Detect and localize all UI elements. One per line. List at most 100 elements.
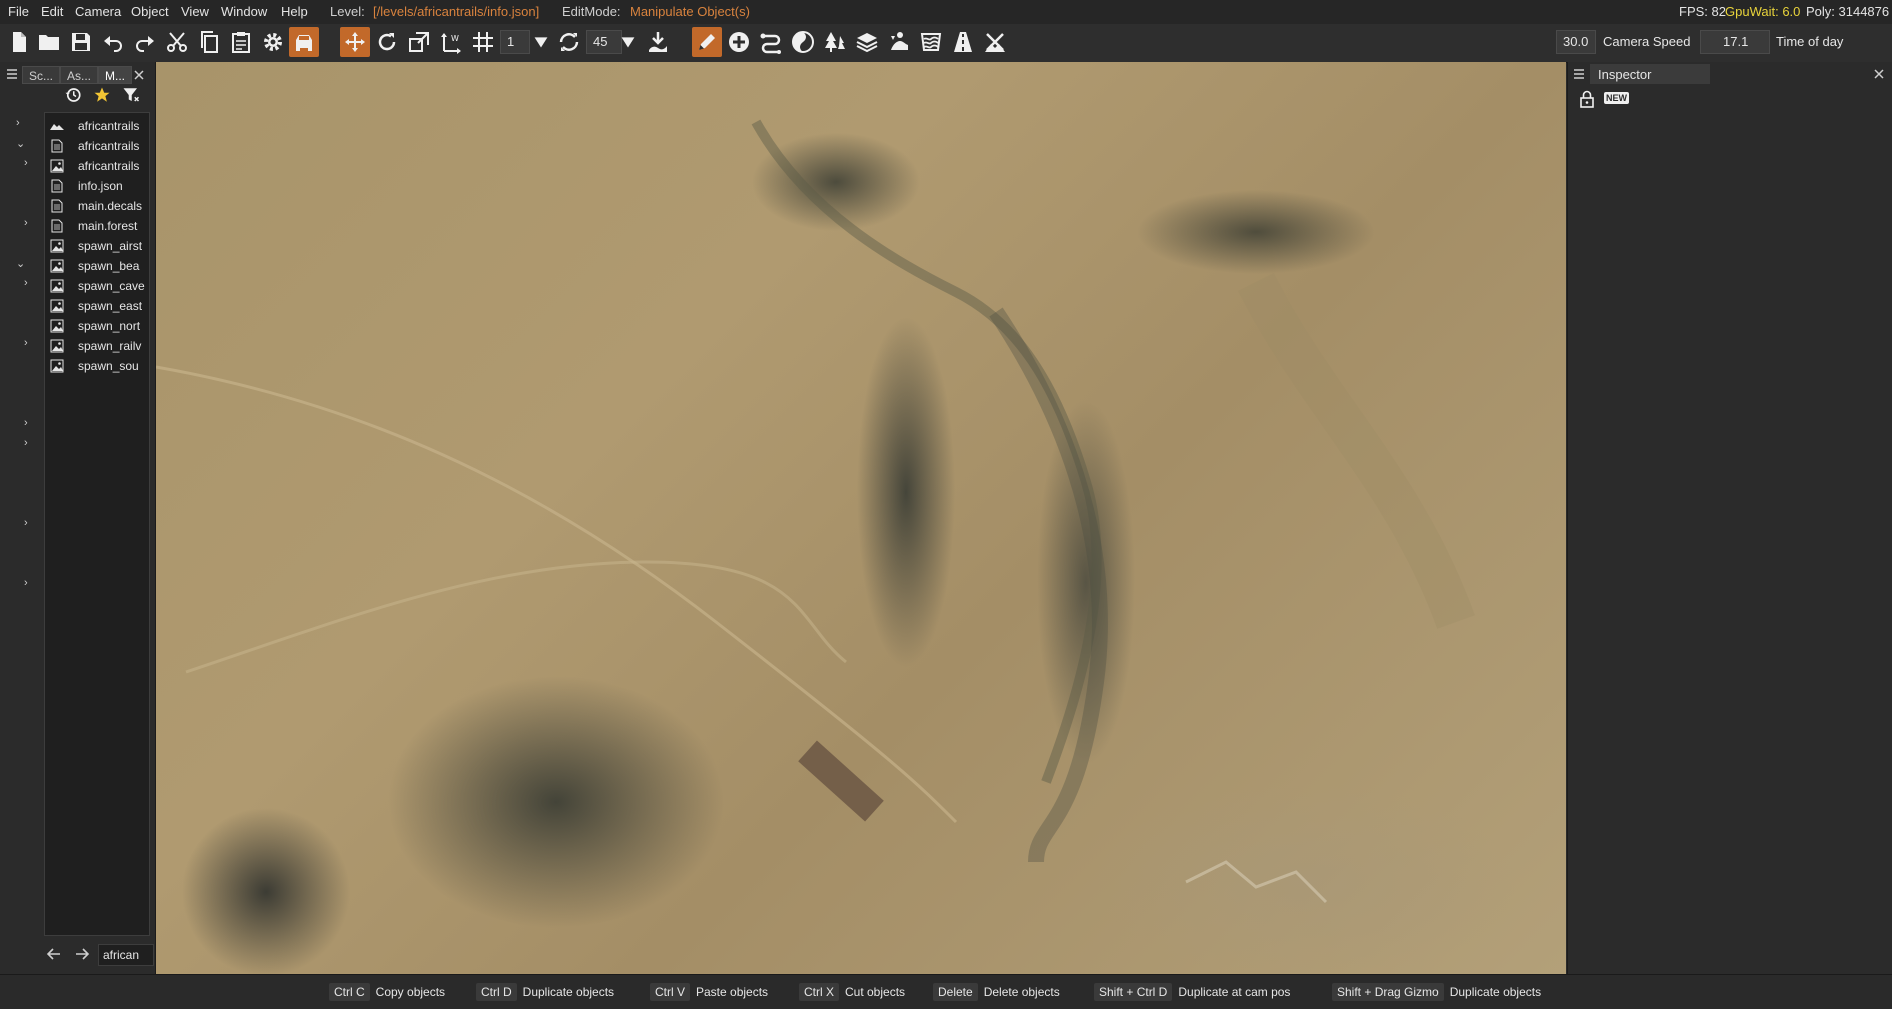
close-icon[interactable] bbox=[1873, 68, 1885, 80]
panel-menu-icon[interactable] bbox=[6, 68, 18, 80]
waves-icon bbox=[920, 33, 942, 51]
list-item[interactable]: africantrails bbox=[50, 116, 148, 136]
terrain-render bbox=[156, 119, 1475, 904]
list-item[interactable]: africantrails bbox=[50, 156, 148, 176]
grid-snap-button[interactable] bbox=[468, 27, 498, 57]
redo-icon bbox=[136, 36, 154, 52]
scene-viewport[interactable] bbox=[156, 62, 1566, 974]
tree-expand-arrow[interactable]: › bbox=[24, 337, 28, 349]
list-item[interactable]: spawn_sou bbox=[50, 356, 148, 376]
rotate-snap-button[interactable] bbox=[554, 27, 584, 57]
shortcut-key: Shift + Ctrl D bbox=[1094, 983, 1173, 1001]
settings-button[interactable] bbox=[258, 27, 288, 57]
history-icon[interactable] bbox=[64, 86, 82, 104]
shortcut-key: Delete bbox=[933, 983, 978, 1001]
tree-expand-arrow[interactable]: › bbox=[24, 217, 28, 229]
tree-collapse-arrow[interactable]: ⌄ bbox=[16, 137, 25, 150]
menu-view[interactable]: View bbox=[181, 4, 209, 19]
copy-button[interactable] bbox=[194, 27, 224, 57]
file-icon bbox=[51, 199, 63, 213]
list-item[interactable]: spawn_bea bbox=[50, 256, 148, 276]
tree-expand-arrow[interactable]: › bbox=[16, 117, 20, 129]
decal-editor-button[interactable] bbox=[852, 27, 882, 57]
arrow-left-icon[interactable] bbox=[46, 946, 62, 962]
arrow-right-icon[interactable] bbox=[74, 946, 90, 962]
new-badge-button[interactable]: NEW bbox=[1604, 92, 1629, 104]
road-editor-button[interactable] bbox=[756, 27, 786, 57]
list-item[interactable]: spawn_east bbox=[50, 296, 148, 316]
river-editor-button[interactable] bbox=[916, 27, 946, 57]
tree-collapse-arrow[interactable]: ⌄ bbox=[16, 257, 25, 270]
save-button[interactable] bbox=[66, 27, 96, 57]
paste-button[interactable] bbox=[226, 27, 256, 57]
translate-tool-button[interactable] bbox=[340, 27, 370, 57]
snap-terrain-icon bbox=[649, 32, 667, 52]
scale-icon bbox=[409, 32, 429, 52]
close-icon[interactable] bbox=[133, 69, 145, 81]
scale-tool-button[interactable] bbox=[404, 27, 434, 57]
navigation-mesh-button[interactable] bbox=[980, 27, 1010, 57]
camera-speed-field[interactable]: 30.0 bbox=[1556, 30, 1596, 54]
shortcut-key: Ctrl C bbox=[329, 983, 370, 1001]
cut-button[interactable] bbox=[162, 27, 192, 57]
snap-to-terrain-button[interactable] bbox=[643, 27, 673, 57]
tree-expand-arrow[interactable]: › bbox=[24, 277, 28, 289]
grid-snap-icon bbox=[473, 32, 493, 52]
shortcut-desc: Paste objects bbox=[696, 985, 769, 999]
list-item[interactable]: spawn_airst bbox=[50, 236, 148, 256]
terrain-paint-icon bbox=[792, 31, 814, 53]
open-folder-button[interactable] bbox=[34, 27, 64, 57]
editmode-value: Manipulate Object(s) bbox=[630, 4, 750, 19]
tab-maps[interactable]: M... bbox=[98, 66, 132, 84]
tab-inspector[interactable]: Inspector bbox=[1590, 64, 1710, 84]
list-item[interactable]: main.decals bbox=[50, 196, 148, 216]
tree-expand-arrow[interactable]: › bbox=[24, 577, 28, 589]
time-of-day-label: Time of day bbox=[1776, 34, 1844, 49]
rotate-snap-dropdown[interactable] bbox=[617, 27, 639, 57]
list-item[interactable]: main.forest bbox=[50, 216, 148, 236]
menu-file[interactable]: File bbox=[8, 4, 29, 19]
menu-help[interactable]: Help bbox=[281, 4, 308, 19]
inspector-header: Inspector bbox=[1568, 64, 1892, 84]
undo-button[interactable] bbox=[98, 27, 128, 57]
grid-size-dropdown[interactable] bbox=[530, 27, 552, 57]
tree-expand-arrow[interactable]: › bbox=[24, 157, 28, 169]
mesh-road-button[interactable] bbox=[948, 27, 978, 57]
list-item[interactable]: africantrails bbox=[50, 136, 148, 156]
object-select-tool-button[interactable] bbox=[692, 27, 722, 57]
shortcut-hint: Ctrl X Cut objects bbox=[799, 983, 905, 1001]
menu-object[interactable]: Object bbox=[131, 4, 169, 19]
tree-expand-arrow[interactable]: › bbox=[24, 437, 28, 449]
bridge-object[interactable] bbox=[798, 740, 884, 822]
shortcut-desc: Delete objects bbox=[983, 985, 1060, 999]
path-input[interactable]: african bbox=[98, 944, 154, 966]
panel-menu-icon[interactable] bbox=[1573, 68, 1585, 80]
poly-readout: Poly: 3144876 bbox=[1806, 4, 1890, 19]
filter-icon[interactable] bbox=[122, 86, 140, 104]
time-of-day-field[interactable]: 17.1 bbox=[1700, 30, 1770, 54]
list-item[interactable]: spawn_nort bbox=[50, 316, 148, 336]
tree-expand-arrow[interactable]: › bbox=[24, 417, 28, 429]
new-file-button[interactable] bbox=[4, 27, 34, 57]
redo-button[interactable] bbox=[130, 27, 160, 57]
create-object-button[interactable] bbox=[724, 27, 754, 57]
forest-editor-button[interactable] bbox=[820, 27, 850, 57]
tab-assets[interactable]: As... bbox=[60, 66, 99, 84]
world-axis-button[interactable]: W bbox=[436, 27, 466, 57]
tree-expand-arrow[interactable]: › bbox=[24, 517, 28, 529]
shortcut-hint: Delete Delete objects bbox=[933, 983, 1060, 1001]
tab-scene[interactable]: Sc... bbox=[22, 66, 61, 84]
lock-icon[interactable] bbox=[1578, 90, 1596, 108]
vehicle-button[interactable] bbox=[289, 27, 319, 57]
grid-size-field[interactable]: 1 bbox=[500, 30, 530, 54]
terrain-painter-button[interactable] bbox=[788, 27, 818, 57]
star-icon[interactable] bbox=[93, 86, 111, 104]
list-item[interactable]: spawn_cave bbox=[50, 276, 148, 296]
spawn-point-button[interactable] bbox=[884, 27, 914, 57]
list-item[interactable]: spawn_railv bbox=[50, 336, 148, 356]
list-item[interactable]: info.json bbox=[50, 176, 148, 196]
rotate-tool-button[interactable] bbox=[372, 27, 402, 57]
menu-edit[interactable]: Edit bbox=[41, 4, 63, 19]
menu-window[interactable]: Window bbox=[221, 4, 267, 19]
menu-camera[interactable]: Camera bbox=[75, 4, 121, 19]
